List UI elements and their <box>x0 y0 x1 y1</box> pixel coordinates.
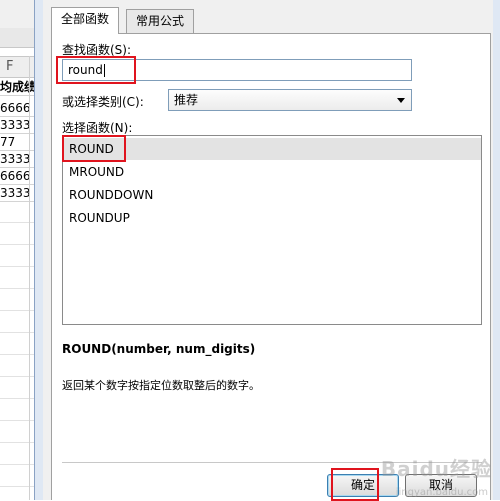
watermark-logo: Baidu经验 <box>380 457 492 481</box>
search-input[interactable]: round <box>62 59 412 81</box>
column-letter: F <box>6 59 14 74</box>
function-listbox[interactable]: ROUND MROUND ROUNDDOWN ROUNDUP <box>62 135 482 325</box>
tab-strip: 全部函数 常用公式 <box>51 7 491 34</box>
function-list-label: 选择函数(N): <box>62 121 133 135</box>
category-select-value: 推荐 <box>174 93 199 107</box>
column-divider <box>29 56 30 500</box>
function-syntax: ROUND(number, num_digits) <box>62 342 256 356</box>
function-description: 返回某个数字按指定位数取整后的数字。 <box>62 379 260 392</box>
category-label: 或选择类别(C): <box>62 95 144 109</box>
tab-all-functions[interactable]: 全部函数 <box>51 7 120 34</box>
search-input-value: round <box>68 63 103 77</box>
category-select[interactable]: 推荐 <box>168 89 412 111</box>
text-caret <box>103 64 105 77</box>
chevron-down-icon <box>397 98 405 103</box>
function-item-round[interactable]: ROUND <box>64 138 481 160</box>
watermark-url: jingyan.baidu.com <box>395 487 488 498</box>
function-item-mround[interactable]: MROUND <box>64 161 481 183</box>
function-item-rounddown[interactable]: ROUNDDOWN <box>64 184 481 206</box>
tab-panel: 查找函数(S): round 或选择类别(C): 推荐 选择函数(N): ROU… <box>51 33 491 501</box>
dialog-body: 全部函数 常用公式 查找函数(S): round 或选择类别(C): 推荐 选择… <box>43 0 493 501</box>
tab-common-formulas[interactable]: 常用公式 <box>126 9 195 33</box>
function-item-roundup[interactable]: ROUNDUP <box>64 207 481 229</box>
insert-function-dialog: 全部函数 常用公式 查找函数(S): round 或选择类别(C): 推荐 选择… <box>34 0 500 501</box>
search-label: 查找函数(S): <box>62 43 132 57</box>
